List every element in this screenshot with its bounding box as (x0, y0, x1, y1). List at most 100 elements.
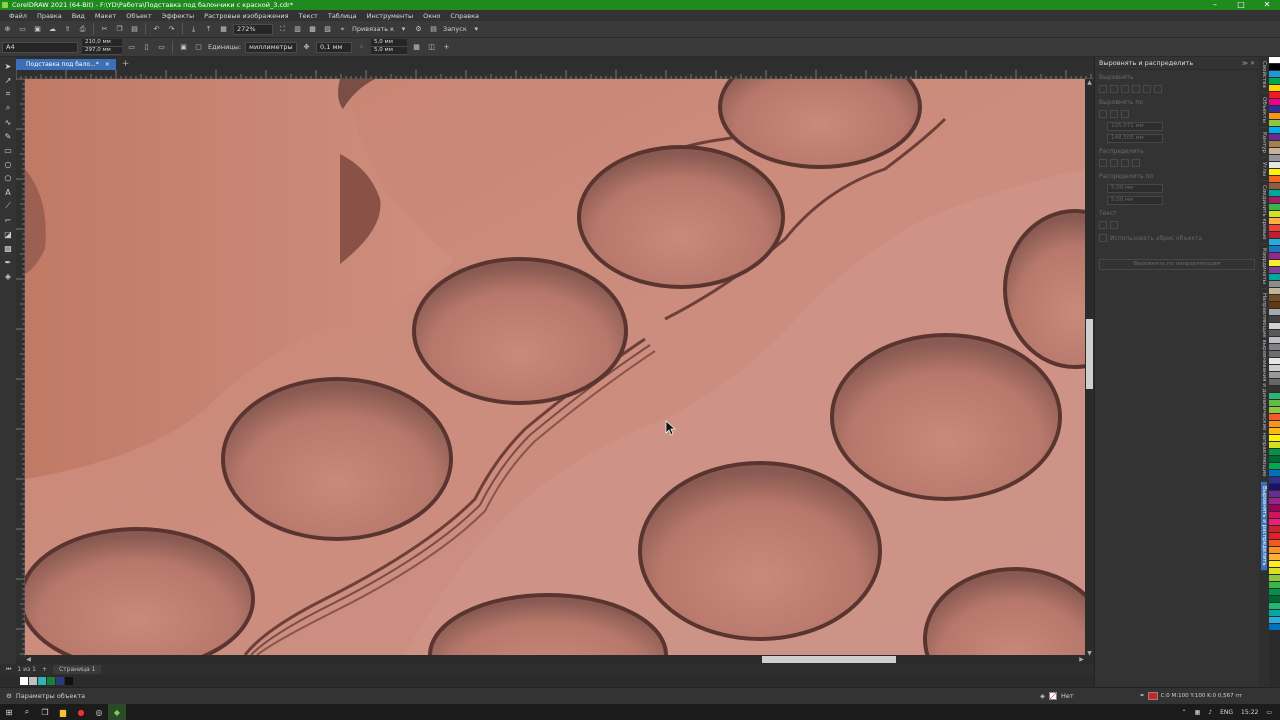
palette-swatch[interactable] (1269, 540, 1280, 547)
show-guides-icon[interactable]: ▧ (322, 24, 333, 35)
gear-icon[interactable]: ⚙ (6, 692, 12, 700)
page-size-select[interactable]: A4 (2, 41, 78, 53)
palette-swatch[interactable] (1269, 239, 1280, 246)
distribute-spacing-icon[interactable] (1121, 159, 1129, 167)
minimize-icon[interactable]: – (1202, 0, 1228, 10)
menu-view[interactable]: Вид (67, 12, 90, 20)
language-indicator[interactable]: ENG (1220, 709, 1233, 716)
docker-tab-objects[interactable]: Объекты (1261, 93, 1267, 128)
snap-dropdown-chevron-icon[interactable]: ▾ (398, 24, 409, 35)
cloud-icon[interactable]: ☁ (47, 24, 58, 35)
document-palette-swatch[interactable] (56, 677, 64, 685)
outline-pen-icon[interactable]: ✒ (1140, 693, 1145, 699)
show-grid-icon[interactable]: ▩ (307, 24, 318, 35)
menu-file[interactable]: Файл (4, 12, 32, 20)
palette-swatch[interactable] (1269, 372, 1280, 379)
launch-icon[interactable]: ▤ (428, 24, 439, 35)
menu-object[interactable]: Объект (121, 12, 156, 20)
zoom-tool-icon[interactable]: ⌕ (2, 101, 14, 115)
palette-swatch[interactable] (1269, 57, 1280, 64)
palette-swatch[interactable] (1269, 267, 1280, 274)
palette-swatch[interactable] (1269, 106, 1280, 113)
print-icon[interactable]: ⎙ (77, 24, 88, 35)
docker-tab-join-curves[interactable]: Соединить кривые (1261, 181, 1267, 245)
page-height-field[interactable]: 297,0 мм (82, 47, 122, 55)
palette-swatch[interactable] (1269, 351, 1280, 358)
ellipse-tool-icon[interactable]: ○ (2, 157, 14, 171)
rectangle-tool-icon[interactable]: ▭ (2, 143, 14, 157)
snap-to-dropdown[interactable]: Привязать к (352, 25, 394, 33)
palette-swatch[interactable] (1269, 512, 1280, 519)
horizontal-ruler[interactable] (15, 70, 1094, 79)
align-x-field[interactable]: 105,071 мм (1107, 121, 1163, 131)
palette-swatch[interactable] (1269, 603, 1280, 610)
page-tab[interactable]: Страница 1 (52, 665, 102, 674)
text-tool-icon[interactable]: A (2, 185, 14, 199)
palette-swatch[interactable] (1269, 295, 1280, 302)
horizontal-scroll-thumb[interactable] (762, 656, 896, 663)
palette-swatch[interactable] (1269, 617, 1280, 624)
docker-options-icon[interactable]: ≫ ✕ (1242, 60, 1259, 67)
spacing-h-field[interactable]: 5,00 мм (1107, 183, 1163, 193)
duplicate-x-field[interactable]: 5,0 мм (371, 39, 408, 47)
tray-up-icon[interactable]: ⌃ (1182, 709, 1187, 716)
palette-swatch[interactable] (1269, 421, 1280, 428)
landscape-icon[interactable]: ▭ (156, 42, 167, 53)
distribute-left-icon[interactable] (1099, 159, 1107, 167)
horizontal-scrollbar[interactable]: ◀ ▶ (25, 655, 1085, 664)
transparency-tool-icon[interactable]: ▩ (2, 241, 14, 255)
menu-text[interactable]: Текст (294, 12, 323, 20)
palette-swatch[interactable] (1269, 435, 1280, 442)
palette-swatch[interactable] (1269, 337, 1280, 344)
page-frame-icon[interactable]: ◫ (426, 42, 437, 53)
palette-swatch[interactable] (1269, 183, 1280, 190)
align-right-icon[interactable] (1121, 85, 1129, 93)
palette-swatch[interactable] (1269, 232, 1280, 239)
polygon-tool-icon[interactable]: ⬠ (2, 171, 14, 185)
save-icon[interactable]: ▣ (32, 24, 43, 35)
vertical-scrollbar[interactable]: ▲ ▼ (1085, 79, 1094, 657)
align-bottom-icon[interactable] (1154, 85, 1162, 93)
shape-tool-icon[interactable]: ↗ (2, 73, 14, 87)
palette-swatch[interactable] (1269, 204, 1280, 211)
publish-pdf-icon[interactable]: ▦ (218, 24, 229, 35)
palette-swatch[interactable] (1269, 148, 1280, 155)
open-icon[interactable]: ▭ (17, 24, 28, 35)
options-gear-icon[interactable]: ⚙ (413, 24, 424, 35)
palette-swatch[interactable] (1269, 330, 1280, 337)
volume-icon[interactable]: ♪ (1208, 709, 1212, 716)
palette-swatch[interactable] (1269, 169, 1280, 176)
docker-tab-contour[interactable]: Контур (1261, 128, 1267, 158)
parallel-dimension-tool-icon[interactable]: ⟋ (2, 199, 14, 213)
palette-swatch[interactable] (1269, 71, 1280, 78)
fill-icon[interactable]: ◈ (1040, 692, 1045, 700)
palette-swatch[interactable] (1269, 428, 1280, 435)
scroll-right-icon[interactable]: ▶ (1078, 656, 1085, 663)
palette-swatch[interactable] (1269, 120, 1280, 127)
menu-window[interactable]: Окно (418, 12, 445, 20)
palette-swatch[interactable] (1269, 358, 1280, 365)
export-icon[interactable]: ⇪ (62, 24, 73, 35)
freehand-tool-icon[interactable]: ∿ (2, 115, 14, 129)
palette-swatch[interactable] (1269, 64, 1280, 71)
maximize-icon[interactable]: □ (1228, 0, 1254, 10)
palette-swatch[interactable] (1269, 589, 1280, 596)
palette-swatch[interactable] (1269, 610, 1280, 617)
vertical-scroll-thumb[interactable] (1086, 319, 1093, 389)
align-center-h-icon[interactable] (1110, 85, 1118, 93)
paste-icon[interactable]: ▤ (129, 24, 140, 35)
interactive-fill-tool-icon[interactable]: ◈ (2, 269, 14, 283)
drop-shadow-tool-icon[interactable]: ◪ (2, 227, 14, 241)
add-icon[interactable]: + (441, 42, 452, 53)
align-left-icon[interactable] (1099, 85, 1107, 93)
artistic-media-tool-icon[interactable]: ✎ (2, 129, 14, 143)
palette-swatch[interactable] (1269, 505, 1280, 512)
menu-tools[interactable]: Инструменты (362, 12, 419, 20)
redo-icon[interactable]: ↷ (166, 24, 177, 35)
full-screen-icon[interactable]: ⛶ (277, 24, 288, 35)
palette-swatch[interactable] (1269, 554, 1280, 561)
text-baseline-icon[interactable] (1099, 221, 1107, 229)
align-to-grid-icon[interactable] (1121, 110, 1129, 118)
docker-tab-coordinates[interactable]: Координаты (1261, 244, 1267, 290)
palette-swatch[interactable] (1269, 85, 1280, 92)
